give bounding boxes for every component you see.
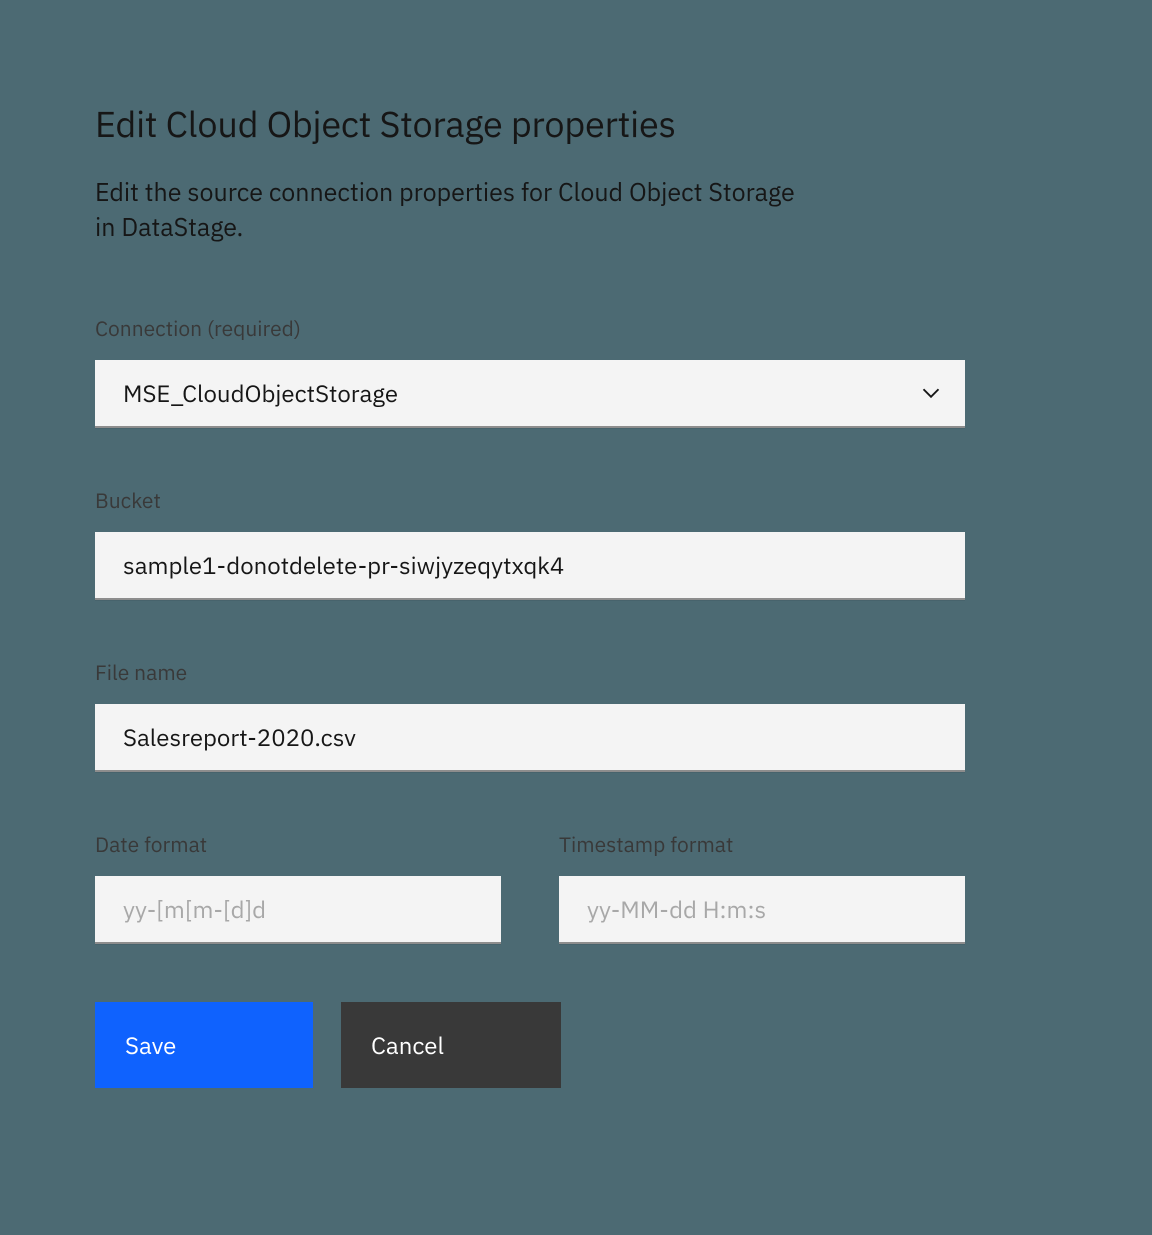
timestampformat-label: Timestamp format [559, 830, 965, 858]
dateformat-label: Date format [95, 830, 501, 858]
save-button[interactable]: Save [95, 1002, 313, 1088]
button-row: Save Cancel [95, 1002, 965, 1088]
dateformat-input[interactable] [95, 876, 501, 944]
connection-label: Connection (required) [95, 314, 965, 342]
timestampformat-input[interactable] [559, 876, 965, 944]
page-subtitle: Edit the source connection properties fo… [95, 175, 815, 244]
form-container: Edit Cloud Object Storage properties Edi… [95, 100, 965, 1088]
connection-field: Connection (required) MSE_CloudObjectSto… [95, 314, 965, 428]
connection-value: MSE_CloudObjectStorage [123, 377, 398, 409]
cancel-button[interactable]: Cancel [341, 1002, 561, 1088]
page-title: Edit Cloud Object Storage properties [95, 100, 965, 147]
bucket-field: Bucket [95, 486, 965, 600]
chevron-down-icon [921, 383, 941, 403]
connection-select[interactable]: MSE_CloudObjectStorage [95, 360, 965, 428]
filename-label: File name [95, 658, 965, 686]
timestampformat-field: Timestamp format [559, 830, 965, 944]
bucket-label: Bucket [95, 486, 965, 514]
filename-field: File name [95, 658, 965, 772]
dateformat-field: Date format [95, 830, 501, 944]
filename-input[interactable] [95, 704, 965, 772]
bucket-input[interactable] [95, 532, 965, 600]
